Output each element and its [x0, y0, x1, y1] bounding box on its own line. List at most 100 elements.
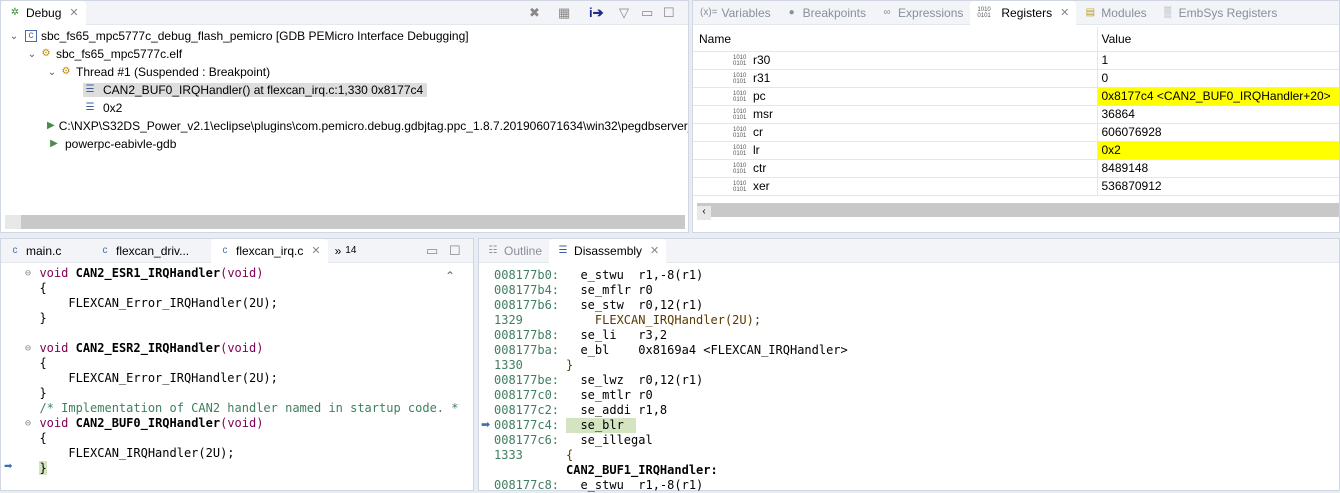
tab-expressions[interactable]: ∞ Expressions — [873, 1, 970, 25]
stack-frame-item[interactable]: ☰ 0x2 — [1, 99, 688, 117]
view-menu-icon[interactable]: ▽ — [619, 5, 629, 21]
register-value[interactable]: 0x8177c4 <CAN2_BUF0_IRQHandler+20> — [1096, 87, 1339, 106]
step-into-icon[interactable]: i➔ — [589, 5, 604, 21]
register-value[interactable]: 536870912 — [1096, 177, 1339, 196]
editor-view: c main.c c flexcan_driv... c flexcan_irq.c ✕… — [0, 238, 474, 491]
outline-icon: ☷ — [488, 244, 498, 256]
register-row[interactable]: 1010 0101 cr 606076928 — [693, 123, 1339, 142]
instruction: e_stwu r1,-8(r1) — [566, 478, 704, 492]
register-row[interactable]: 1010 0101 r30 1 — [693, 51, 1339, 70]
launch-item[interactable]: ⌄ c sbc_fs65_mpc5777c_debug_flash_pemicro … — [1, 27, 688, 45]
instruction: CAN2_BUF1_IRQHandler: — [566, 463, 718, 477]
tab-modules[interactable]: ▤ Modules — [1076, 1, 1153, 25]
tab-variables[interactable]: (x)= Variables — [693, 1, 778, 25]
current-line-arrow-icon: ➡ — [4, 461, 13, 472]
code-editor[interactable]: ⊖ void CAN2_ESR1_IRQHandler(void) { FLEX… — [25, 266, 459, 476]
register-row[interactable]: 1010 0101 r31 0 — [693, 69, 1339, 88]
disassembly-listing[interactable]: 008177b0: e_stwu r1,-8(r1) 008177b4: se_m… — [494, 268, 848, 493]
register-name: pc — [753, 89, 766, 103]
minimize-icon[interactable]: ▭ — [426, 243, 438, 259]
column-header-value[interactable]: Value — [1096, 27, 1339, 52]
stack-frame-item[interactable]: ☰ CAN2_BUF0_IRQHandler() at flexcan_irq.c… — [1, 81, 688, 99]
bug-icon: ✲ — [10, 6, 20, 18]
register-value[interactable]: 606076928 — [1096, 123, 1339, 142]
binary-icon: 1010 0101 — [733, 144, 747, 157]
tab-flexcan-driver[interactable]: c flexcan_driv... — [91, 239, 211, 263]
breakpoint-icon: ● — [788, 6, 795, 18]
tab-embsys-registers[interactable]: ▒ EmbSys Registers — [1154, 1, 1285, 25]
code-line: FLEXCAN_Error_IRQHandler(2U); — [39, 371, 278, 385]
address: 008177b6: — [494, 298, 560, 312]
tab-main-c[interactable]: c main.c — [1, 239, 91, 263]
binary-icon: 1010 0101 — [733, 54, 747, 67]
registers-view: (x)= Variables ● Breakpoints ∞ Expressions … — [692, 0, 1340, 233]
tab-breakpoints[interactable]: ● Breakpoints — [778, 1, 873, 25]
thread-item[interactable]: ⌄ ⚙ Thread #1 (Suspended : Breakpoint) — [1, 63, 688, 81]
register-name: r30 — [753, 53, 771, 67]
gdbserver-process-item[interactable]: ▶ C:\NXP\S32DS_Power_v2.1\eclipse\plugins… — [1, 117, 688, 135]
more-tabs-button[interactable]: » 14 — [328, 239, 364, 263]
register-value[interactable]: 36864 — [1096, 105, 1339, 124]
register-row[interactable]: 1010 0101 ctr 8489148 — [693, 159, 1339, 178]
binary-icon: 1010 0101 — [733, 180, 747, 193]
register-value[interactable]: 1 — [1096, 51, 1339, 70]
register-value[interactable]: 0 — [1096, 69, 1339, 88]
expressions-icon: ∞ — [883, 6, 891, 18]
chevron-down-icon[interactable]: ⌄ — [45, 67, 59, 78]
instruction: { — [566, 448, 574, 462]
close-icon[interactable]: ✕ — [311, 244, 320, 257]
stack-frame-icon: ☰ — [85, 102, 95, 113]
disasm-line: 008177b8: se_li r3,2 — [494, 328, 848, 343]
instruction: se_addi r1,8 — [566, 403, 668, 417]
tab-disassembly[interactable]: ☰ Disassembly ✕ — [549, 238, 667, 263]
code-line: } — [39, 311, 47, 325]
register-row[interactable]: 1010 0101 pc 0x8177c4 <CAN2_BUF0_IRQHandler… — [693, 87, 1339, 106]
minimize-icon[interactable]: ▭ — [641, 5, 653, 21]
fold-icon[interactable]: ⊖ — [25, 416, 31, 431]
fold-icon[interactable]: ⊖ — [25, 266, 31, 281]
register-name: lr — [753, 143, 760, 157]
tab-debug[interactable]: ✲ Debug ✕ — [1, 0, 86, 25]
horizontal-scrollbar[interactable] — [5, 215, 685, 229]
chevron-down-icon[interactable]: ⌄ — [25, 49, 39, 60]
tab-registers[interactable]: 1010 0101 Registers ✕ — [970, 0, 1077, 25]
scroll-up-icon[interactable]: ⌃ — [445, 269, 455, 283]
debug-tabbar: ✲ Debug ✕ ✖ ▦ i➔ ▽ ▭ ☐ — [1, 0, 688, 25]
register-row[interactable]: 1010 0101 msr 36864 — [693, 105, 1339, 124]
stack-frame-icon: ☰ — [85, 84, 95, 95]
thread-icon: ⚙ — [61, 66, 71, 77]
address: 008177c4: — [494, 418, 560, 432]
maximize-icon[interactable]: ☐ — [449, 243, 461, 259]
register-value[interactable]: 0x2 — [1096, 141, 1339, 160]
horizontal-scrollbar[interactable]: ‹ — [697, 203, 1339, 220]
tab-flexcan-irq[interactable]: c flexcan_irq.c ✕ — [211, 238, 328, 263]
debug-tree: ⌄ c sbc_fs65_mpc5777c_debug_flash_pemicro … — [1, 25, 688, 153]
register-value[interactable]: 8489148 — [1096, 159, 1339, 178]
binary-icon: 1010 0101 — [977, 6, 991, 19]
register-row[interactable]: 1010 0101 lr 0x2 — [693, 141, 1339, 160]
remove-terminated-icon[interactable]: ✖ — [529, 5, 540, 21]
disasm-line: 008177be: se_lwz r0,12(r1) — [494, 373, 848, 388]
tab-outline[interactable]: ☷ Outline — [479, 239, 549, 263]
code-line: } — [39, 461, 47, 475]
address: 008177b0: — [494, 268, 560, 282]
instruction: se_blr — [566, 418, 636, 433]
close-icon[interactable]: ✕ — [650, 244, 659, 257]
chevron-down-icon[interactable]: ⌄ — [7, 31, 21, 42]
scroll-left-icon[interactable]: ‹ — [697, 206, 711, 220]
instruction: } — [566, 358, 574, 372]
close-icon[interactable]: ✕ — [69, 6, 78, 19]
register-row[interactable]: 1010 0101 xer 536870912 — [693, 177, 1339, 196]
instruction-stepping-icon[interactable]: ▦ — [558, 5, 570, 21]
fold-icon[interactable]: ⊖ — [25, 341, 31, 356]
close-icon[interactable]: ✕ — [1060, 6, 1069, 19]
maximize-icon[interactable]: ☐ — [663, 5, 675, 21]
address: 008177be: — [494, 373, 560, 387]
code-line: ⊖ void CAN2_ESR1_IRQHandler(void) — [25, 266, 264, 281]
gdb-process-item[interactable]: ▶ powerpc-eabivle-gdb — [1, 135, 688, 153]
column-header-name[interactable]: Name — [693, 27, 1097, 52]
code-line: /* Implementation of CAN2 handler named … — [39, 401, 459, 415]
elf-item[interactable]: ⌄ ⚙ sbc_fs65_mpc5777c.elf — [1, 45, 688, 63]
modules-icon: ▤ — [1085, 6, 1096, 18]
